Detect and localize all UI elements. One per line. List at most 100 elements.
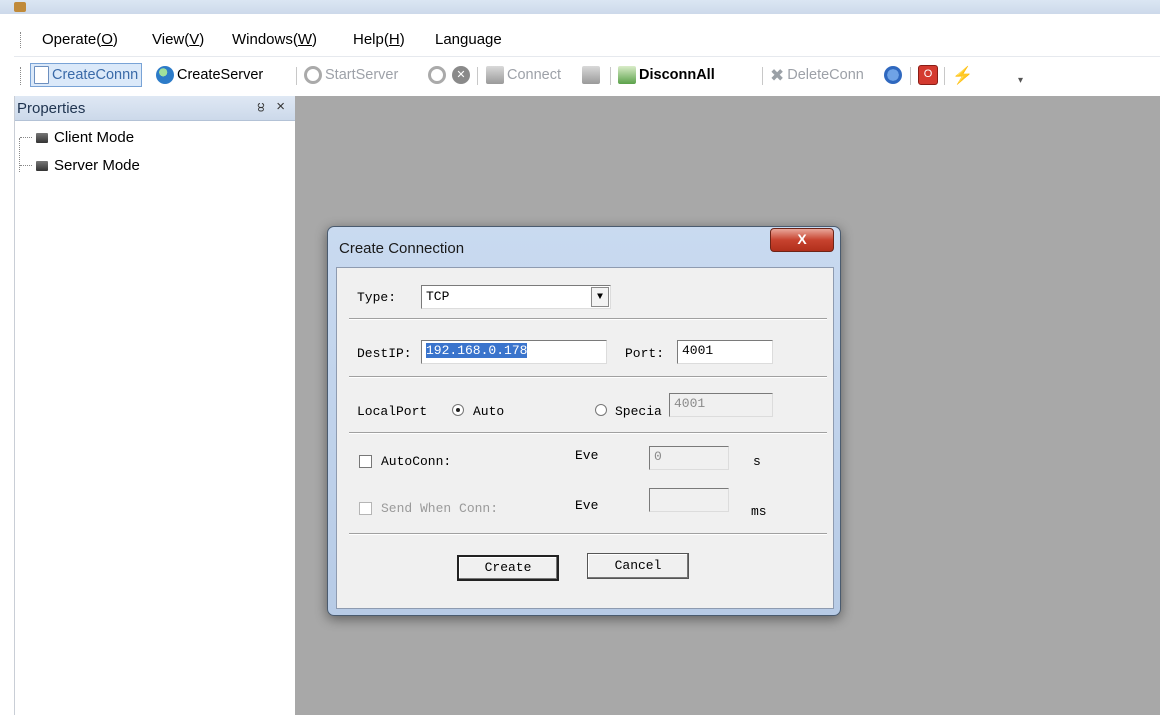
toolbar-separator bbox=[477, 67, 478, 85]
menu-help-label: Help( bbox=[353, 31, 389, 48]
destip-label: DestIP: bbox=[357, 346, 412, 361]
divider bbox=[349, 376, 827, 378]
menu-operate-key: O bbox=[101, 31, 113, 48]
localport-label: LocalPort bbox=[357, 404, 428, 419]
menu-view-key: V bbox=[189, 31, 200, 48]
network-disconnect-icon bbox=[582, 66, 600, 84]
chevron-down-icon[interactable]: ▼ bbox=[591, 287, 609, 307]
autoconn-checkbox[interactable] bbox=[359, 455, 372, 468]
special-radio[interactable] bbox=[595, 404, 607, 416]
window-title-strip bbox=[0, 0, 1160, 14]
auto-label: Auto bbox=[473, 404, 505, 419]
app-icon bbox=[14, 2, 26, 12]
menu-view[interactable]: View(V) bbox=[152, 31, 204, 48]
toolbar-overflow-icon[interactable]: ▾ bbox=[1018, 76, 1026, 86]
server-gear-icon bbox=[304, 66, 322, 84]
disconnect-button[interactable] bbox=[582, 63, 600, 87]
start-server-label: StartServer bbox=[325, 67, 399, 83]
menu-operate[interactable]: Operate(O) bbox=[42, 31, 118, 48]
tree-line bbox=[20, 164, 32, 167]
autoconn-interval-input[interactable]: 0 bbox=[649, 446, 729, 470]
menu-grip-handle[interactable] bbox=[20, 32, 23, 48]
pin-icon[interactable]: ੪ bbox=[258, 99, 266, 115]
stop-icon: ✕ bbox=[452, 66, 470, 84]
menu-windows[interactable]: Windows(W) bbox=[232, 31, 317, 48]
network-all-icon bbox=[618, 66, 636, 84]
plug-icon: ⚡ bbox=[952, 66, 974, 85]
delete-icon: ✖ bbox=[770, 66, 785, 85]
toolbar-separator bbox=[910, 67, 911, 85]
divider bbox=[349, 318, 827, 320]
port-label: Port: bbox=[625, 346, 665, 361]
autoconn-interval-value: 0 bbox=[654, 449, 662, 464]
unit-s: s bbox=[753, 454, 761, 469]
plug-button[interactable]: ⚡ bbox=[952, 63, 973, 87]
power-icon: O bbox=[918, 65, 938, 85]
port-value: 4001 bbox=[682, 343, 714, 358]
type-label: Type: bbox=[357, 290, 397, 305]
start-server-button[interactable]: StartServer bbox=[304, 63, 398, 87]
send-when-conn-checkbox[interactable] bbox=[359, 502, 372, 515]
auto-radio[interactable] bbox=[452, 404, 464, 416]
toolbar: CreateConnn CreateServer StartServer ✕ C… bbox=[14, 58, 1160, 92]
delete-conn-button[interactable]: ✖ DeleteConn bbox=[770, 63, 864, 87]
menu-windows-label: Windows( bbox=[232, 31, 298, 48]
tree-line bbox=[20, 136, 32, 139]
stop-button[interactable]: ✕ bbox=[452, 63, 470, 87]
connect-button[interactable]: Connect bbox=[486, 63, 561, 87]
menu-operate-label: Operate( bbox=[42, 31, 102, 48]
special-label: Specia bbox=[615, 404, 662, 419]
dialog-close-button[interactable]: X bbox=[770, 228, 834, 252]
menu-bar: Operate(O) View(V) Windows(W) Help(H) La… bbox=[14, 24, 1160, 57]
config-icon bbox=[884, 66, 902, 84]
type-select[interactable]: TCP ▼ bbox=[421, 285, 611, 309]
destip-input[interactable]: 192.168.0.178 bbox=[421, 340, 607, 364]
menu-help-key: H bbox=[388, 31, 400, 48]
toolbar-separator bbox=[944, 67, 945, 85]
computer-icon bbox=[36, 132, 48, 143]
menu-windows-close: ) bbox=[312, 31, 318, 48]
create-button[interactable]: Create bbox=[457, 555, 559, 581]
tree-item-client-mode[interactable]: Client Mode bbox=[20, 129, 134, 146]
toolbar-separator bbox=[296, 67, 297, 85]
eve-label-2: Eve bbox=[575, 498, 599, 513]
create-conn-label: CreateConnn bbox=[52, 67, 139, 83]
menu-view-close: ) bbox=[199, 31, 205, 48]
tree-item-label: Server Mode bbox=[54, 157, 140, 174]
menu-help-close: ) bbox=[399, 31, 405, 48]
menu-help[interactable]: Help(H) bbox=[353, 31, 405, 48]
destip-value: 192.168.0.178 bbox=[426, 343, 528, 358]
disconn-all-label: DisconnAll bbox=[639, 67, 715, 83]
power-button[interactable]: O bbox=[918, 63, 938, 87]
menu-windows-key: W bbox=[297, 31, 313, 48]
toolbar-separator bbox=[762, 67, 763, 85]
dialog-body: Type: TCP ▼ DestIP: 192.168.0.178 Port: … bbox=[336, 267, 834, 609]
new-document-icon bbox=[34, 66, 49, 84]
toolbar-separator bbox=[610, 67, 611, 85]
create-connection-dialog: Create Connection X Type: TCP ▼ DestIP: … bbox=[327, 226, 841, 616]
create-server-button[interactable]: CreateServer bbox=[156, 63, 263, 87]
menu-view-label: View( bbox=[152, 31, 190, 48]
cancel-button[interactable]: Cancel bbox=[587, 553, 689, 579]
toolbar-grip-handle[interactable] bbox=[20, 67, 23, 85]
delete-conn-label: DeleteConn bbox=[787, 67, 864, 83]
computer-icon bbox=[36, 160, 48, 171]
menu-language[interactable]: Language bbox=[435, 31, 502, 48]
dialog-title: Create Connection bbox=[339, 240, 465, 257]
close-icon[interactable]: × bbox=[276, 98, 285, 115]
globe-icon bbox=[156, 66, 174, 84]
type-select-value: TCP bbox=[426, 289, 450, 304]
connect-label: Connect bbox=[507, 67, 562, 83]
disconn-all-button[interactable]: DisconnAll bbox=[618, 63, 715, 87]
config-button[interactable] bbox=[884, 63, 902, 87]
create-conn-button[interactable]: CreateConnn bbox=[30, 63, 143, 87]
special-port-input[interactable]: 4001 bbox=[669, 393, 773, 417]
port-input[interactable]: 4001 bbox=[677, 340, 773, 364]
tree-item-server-mode[interactable]: Server Mode bbox=[20, 157, 140, 174]
send-interval-input[interactable] bbox=[649, 488, 729, 512]
stop-server-button[interactable] bbox=[428, 63, 446, 87]
eve-label-1: Eve bbox=[575, 448, 599, 463]
properties-panel: Properties ੪ × bbox=[14, 96, 296, 715]
send-when-conn-label: Send When Conn: bbox=[381, 501, 499, 516]
menu-operate-close: ) bbox=[112, 31, 118, 48]
